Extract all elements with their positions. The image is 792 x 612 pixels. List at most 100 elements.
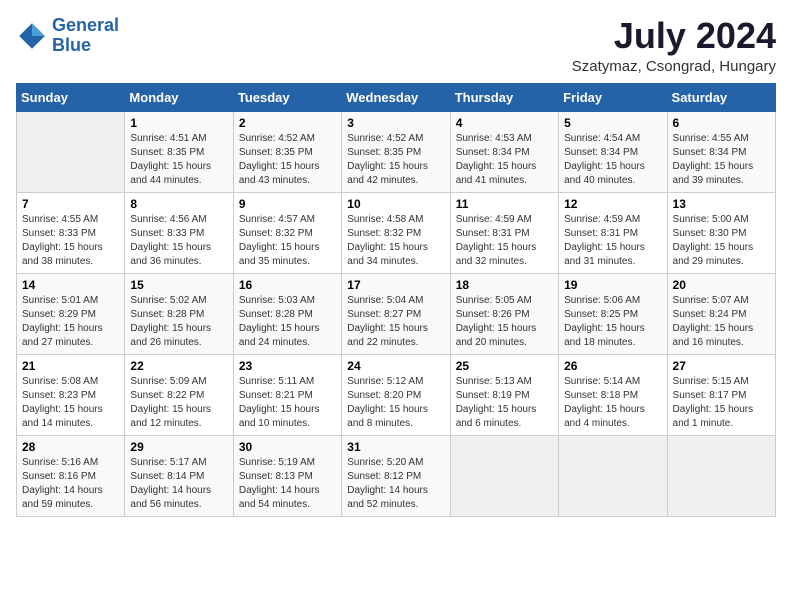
day-info: Sunrise: 5:09 AM Sunset: 8:22 PM Dayligh… (130, 375, 227, 431)
day-info: Sunrise: 5:07 AM Sunset: 8:24 PM Dayligh… (673, 294, 770, 350)
calendar-cell: 17 Sunrise: 5:04 AM Sunset: 8:27 PM Dayli… (342, 273, 450, 354)
day-number: 24 (347, 359, 444, 373)
page-header: General Blue July 2024 Szatymaz, Csongra… (16, 16, 776, 75)
calendar-week-row: 14Sunrise: 5:01 AM Sunset: 8:29 PM Dayli… (17, 273, 776, 354)
logo-line2: Blue (52, 35, 91, 55)
header-thursday: Thursday (450, 83, 558, 111)
calendar-cell: 23Sunrise: 5:11 AM Sunset: 8:21 PM Dayli… (233, 354, 341, 435)
calendar-cell: 3 Sunrise: 4:52 AM Sunset: 8:35 PM Daylig… (342, 111, 450, 192)
calendar-cell: 4Sunrise: 4:53 AM Sunset: 8:34 PM Daylig… (450, 111, 558, 192)
calendar-cell: 14Sunrise: 5:01 AM Sunset: 8:29 PM Dayli… (17, 273, 125, 354)
calendar-header-row: SundayMondayTuesdayWednesdayThursdayFrid… (17, 83, 776, 111)
day-number: 9 (239, 197, 336, 211)
day-number: 8 (130, 197, 227, 211)
day-info: Sunrise: 4:52 AM Sunset: 8:35 PM Dayligh… (347, 132, 444, 188)
day-number: 27 (673, 359, 770, 373)
calendar-week-row: 7 Sunrise: 4:55 AM Sunset: 8:33 PM Daylig… (17, 192, 776, 273)
calendar-cell (17, 111, 125, 192)
day-number: 26 (564, 359, 661, 373)
day-number: 3 (347, 116, 444, 130)
header-wednesday: Wednesday (342, 83, 450, 111)
header-monday: Monday (125, 83, 233, 111)
header-sunday: Sunday (17, 83, 125, 111)
day-number: 19 (564, 278, 661, 292)
calendar-cell: 8Sunrise: 4:56 AM Sunset: 8:33 PM Daylig… (125, 192, 233, 273)
calendar-cell: 1Sunrise: 4:51 AM Sunset: 8:35 PM Daylig… (125, 111, 233, 192)
day-number: 16 (239, 278, 336, 292)
header-saturday: Saturday (667, 83, 775, 111)
logo-line1: General (52, 15, 119, 35)
calendar-cell: 16 Sunrise: 5:03 AM Sunset: 8:28 PM Dayli… (233, 273, 341, 354)
day-info: Sunrise: 5:05 AM Sunset: 8:26 PM Dayligh… (456, 294, 553, 350)
day-number: 15 (130, 278, 227, 292)
calendar-cell (450, 435, 558, 516)
day-number: 11 (456, 197, 553, 211)
day-info: Sunrise: 4:55 AM Sunset: 8:33 PM Dayligh… (22, 213, 119, 269)
day-number: 5 (564, 116, 661, 130)
day-number: 22 (130, 359, 227, 373)
calendar-week-row: 1Sunrise: 4:51 AM Sunset: 8:35 PM Daylig… (17, 111, 776, 192)
logo: General Blue (16, 16, 119, 56)
day-info: Sunrise: 5:01 AM Sunset: 8:29 PM Dayligh… (22, 294, 119, 350)
day-number: 20 (673, 278, 770, 292)
day-info: Sunrise: 5:04 AM Sunset: 8:27 PM Dayligh… (347, 294, 444, 350)
day-number: 4 (456, 116, 553, 130)
calendar-cell: 13 Sunrise: 5:00 AM Sunset: 8:30 PM Dayli… (667, 192, 775, 273)
calendar-cell: 27 Sunrise: 5:15 AM Sunset: 8:17 PM Dayli… (667, 354, 775, 435)
day-info: Sunrise: 5:00 AM Sunset: 8:30 PM Dayligh… (673, 213, 770, 269)
day-info: Sunrise: 4:58 AM Sunset: 8:32 PM Dayligh… (347, 213, 444, 269)
day-info: Sunrise: 5:13 AM Sunset: 8:19 PM Dayligh… (456, 375, 553, 431)
day-info: Sunrise: 5:16 AM Sunset: 8:16 PM Dayligh… (22, 456, 119, 512)
day-info: Sunrise: 5:02 AM Sunset: 8:28 PM Dayligh… (130, 294, 227, 350)
day-info: Sunrise: 4:54 AM Sunset: 8:34 PM Dayligh… (564, 132, 661, 188)
day-number: 12 (564, 197, 661, 211)
day-number: 6 (673, 116, 770, 130)
day-info: Sunrise: 5:08 AM Sunset: 8:23 PM Dayligh… (22, 375, 119, 431)
day-info: Sunrise: 5:19 AM Sunset: 8:13 PM Dayligh… (239, 456, 336, 512)
calendar-cell: 25 Sunrise: 5:13 AM Sunset: 8:19 PM Dayli… (450, 354, 558, 435)
calendar-cell: 15 Sunrise: 5:02 AM Sunset: 8:28 PM Dayli… (125, 273, 233, 354)
header-tuesday: Tuesday (233, 83, 341, 111)
calendar-cell: 5 Sunrise: 4:54 AM Sunset: 8:34 PM Daylig… (559, 111, 667, 192)
calendar-cell: 18Sunrise: 5:05 AM Sunset: 8:26 PM Dayli… (450, 273, 558, 354)
calendar-cell (667, 435, 775, 516)
day-number: 13 (673, 197, 770, 211)
day-number: 7 (22, 197, 119, 211)
calendar-cell: 19 Sunrise: 5:06 AM Sunset: 8:25 PM Dayli… (559, 273, 667, 354)
logo-text: General Blue (52, 16, 119, 56)
day-info: Sunrise: 5:15 AM Sunset: 8:17 PM Dayligh… (673, 375, 770, 431)
day-number: 21 (22, 359, 119, 373)
day-number: 2 (239, 116, 336, 130)
day-info: Sunrise: 4:52 AM Sunset: 8:35 PM Dayligh… (239, 132, 336, 188)
location: Szatymaz, Csongrad, Hungary (572, 58, 776, 75)
day-number: 10 (347, 197, 444, 211)
calendar-cell (559, 435, 667, 516)
day-info: Sunrise: 5:03 AM Sunset: 8:28 PM Dayligh… (239, 294, 336, 350)
calendar-cell: 12Sunrise: 4:59 AM Sunset: 8:31 PM Dayli… (559, 192, 667, 273)
calendar-cell: 31Sunrise: 5:20 AM Sunset: 8:12 PM Dayli… (342, 435, 450, 516)
day-number: 17 (347, 278, 444, 292)
calendar-cell: 22 Sunrise: 5:09 AM Sunset: 8:22 PM Dayli… (125, 354, 233, 435)
calendar-cell: 9 Sunrise: 4:57 AM Sunset: 8:32 PM Daylig… (233, 192, 341, 273)
calendar-cell: 26Sunrise: 5:14 AM Sunset: 8:18 PM Dayli… (559, 354, 667, 435)
calendar-cell: 10 Sunrise: 4:58 AM Sunset: 8:32 PM Dayli… (342, 192, 450, 273)
day-info: Sunrise: 4:51 AM Sunset: 8:35 PM Dayligh… (130, 132, 227, 188)
calendar-table: SundayMondayTuesdayWednesdayThursdayFrid… (16, 83, 776, 517)
calendar-week-row: 28 Sunrise: 5:16 AM Sunset: 8:16 PM Dayli… (17, 435, 776, 516)
day-info: Sunrise: 5:17 AM Sunset: 8:14 PM Dayligh… (130, 456, 227, 512)
calendar-cell: 2 Sunrise: 4:52 AM Sunset: 8:35 PM Daylig… (233, 111, 341, 192)
day-info: Sunrise: 4:59 AM Sunset: 8:31 PM Dayligh… (456, 213, 553, 269)
day-number: 25 (456, 359, 553, 373)
day-info: Sunrise: 5:06 AM Sunset: 8:25 PM Dayligh… (564, 294, 661, 350)
calendar-cell: 21 Sunrise: 5:08 AM Sunset: 8:23 PM Dayli… (17, 354, 125, 435)
month-year: July 2024 (572, 16, 776, 56)
day-info: Sunrise: 5:20 AM Sunset: 8:12 PM Dayligh… (347, 456, 444, 512)
calendar-cell: 20 Sunrise: 5:07 AM Sunset: 8:24 PM Dayli… (667, 273, 775, 354)
title-block: July 2024 Szatymaz, Csongrad, Hungary (572, 16, 776, 75)
day-info: Sunrise: 4:57 AM Sunset: 8:32 PM Dayligh… (239, 213, 336, 269)
day-number: 29 (130, 440, 227, 454)
day-number: 28 (22, 440, 119, 454)
day-info: Sunrise: 5:12 AM Sunset: 8:20 PM Dayligh… (347, 375, 444, 431)
logo-icon (16, 20, 48, 52)
calendar-cell: 24 Sunrise: 5:12 AM Sunset: 8:20 PM Dayli… (342, 354, 450, 435)
